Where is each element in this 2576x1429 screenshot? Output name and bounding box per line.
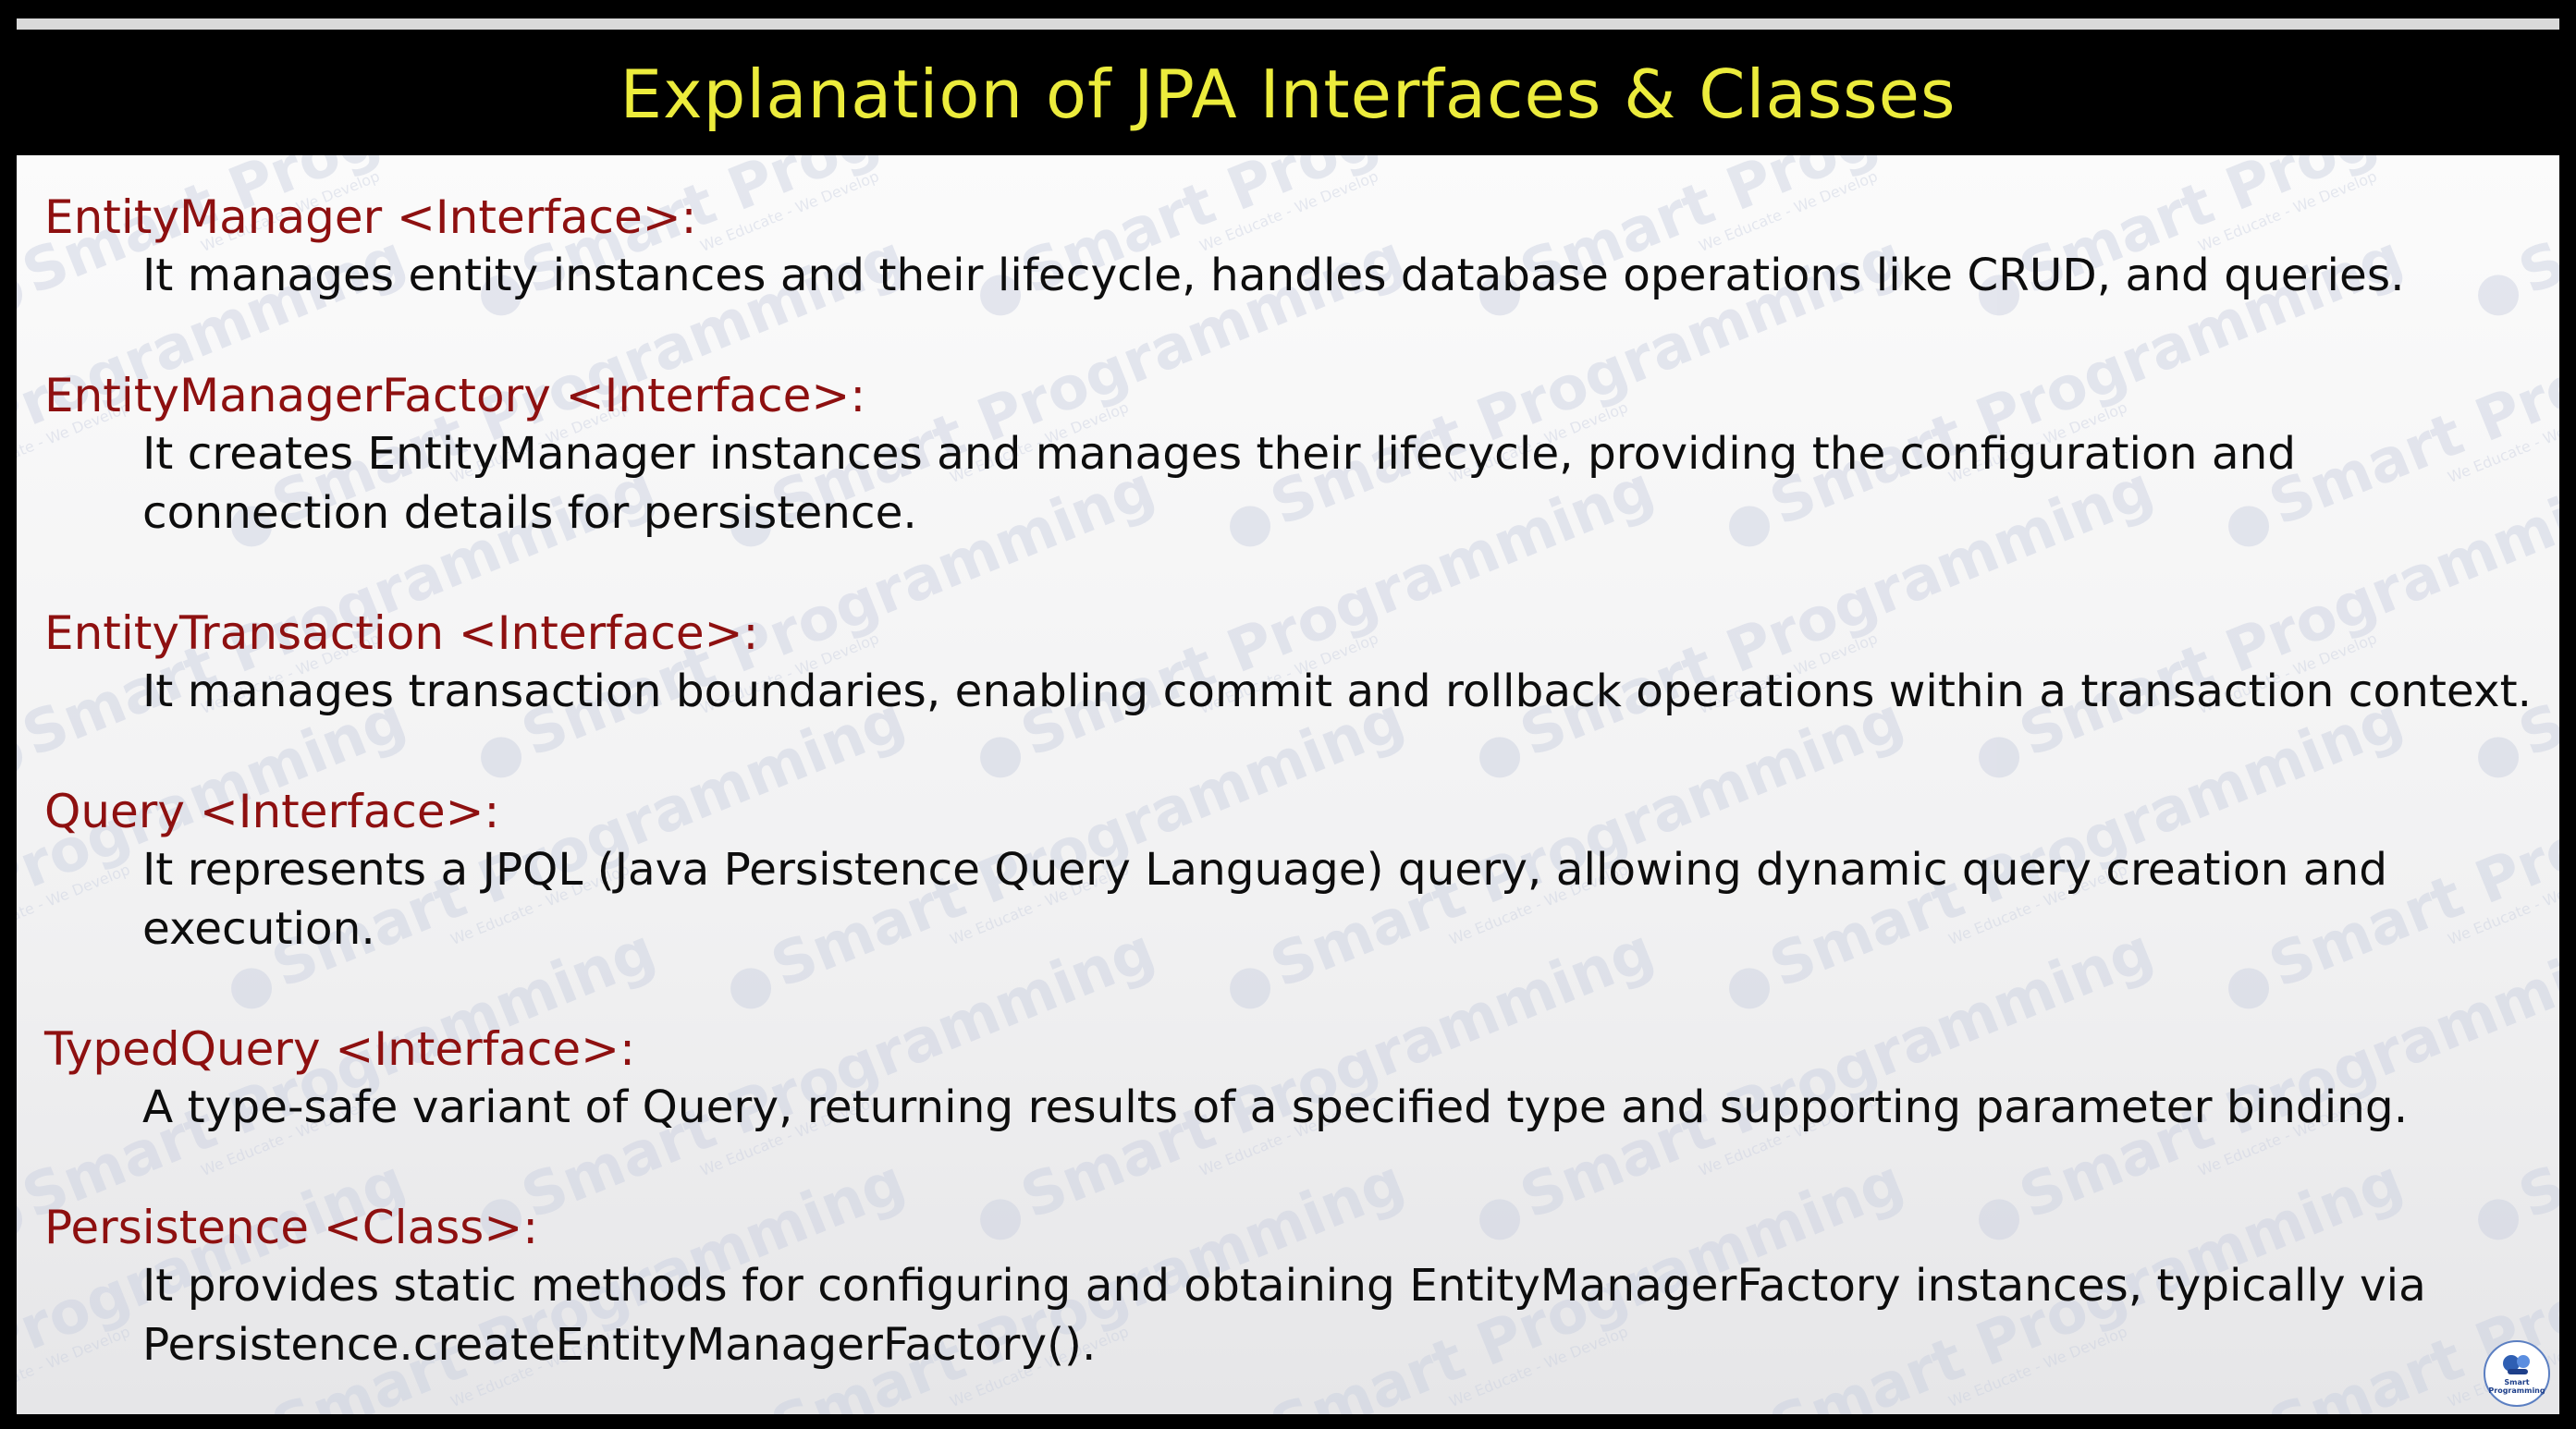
entry-persistence: Persistence <Class>: It provides static … (44, 1199, 2541, 1374)
content-panel: Smart ProgrammingWe Educate - We Develop… (17, 155, 2559, 1414)
entry-description: It manages transaction boundaries, enabl… (142, 666, 2533, 717)
entry-query: Query <Interface>: It represents a JPQL … (44, 783, 2541, 959)
entry-typedquery: TypedQuery <Interface>: A type-safe vari… (44, 1020, 2541, 1137)
slide-title: Explanation of JPA Interfaces & Classes (619, 55, 1957, 133)
logo-line1: Smart (2504, 1378, 2530, 1386)
entry-heading: EntityTransaction <Interface>: (44, 606, 759, 660)
top-divider (17, 18, 2559, 30)
entry-heading: TypedQuery <Interface>: (44, 1022, 635, 1076)
entry-description: It manages entity instances and their li… (142, 250, 2405, 301)
title-bar: Explanation of JPA Interfaces & Classes (17, 30, 2559, 154)
logo-icon (2503, 1355, 2530, 1374)
slide-frame: Explanation of JPA Interfaces & Classes … (0, 0, 2576, 1429)
entry-heading: EntityManager <Interface>: (44, 190, 697, 244)
entry-description: It creates EntityManager instances and m… (142, 428, 2297, 539)
entry-description: It represents a JPQL (Java Persistence Q… (142, 844, 2388, 955)
entry-description: A type-safe variant of Query, returning … (142, 1081, 2409, 1133)
channel-logo: Smart Programming (2484, 1340, 2550, 1407)
entry-entitymanagerfactory: EntityManagerFactory <Interface>: It cre… (44, 367, 2541, 543)
entry-heading: Query <Interface>: (44, 785, 500, 838)
entry-entitytransaction: EntityTransaction <Interface>: It manage… (44, 605, 2541, 721)
entry-heading: Persistence <Class>: (44, 1201, 539, 1254)
entry-heading: EntityManagerFactory <Interface>: (44, 369, 866, 422)
logo-line2: Programming (2488, 1386, 2545, 1395)
entry-entitymanager: EntityManager <Interface>: It manages en… (44, 189, 2541, 305)
entry-description: It provides static methods for configuri… (142, 1260, 2426, 1371)
